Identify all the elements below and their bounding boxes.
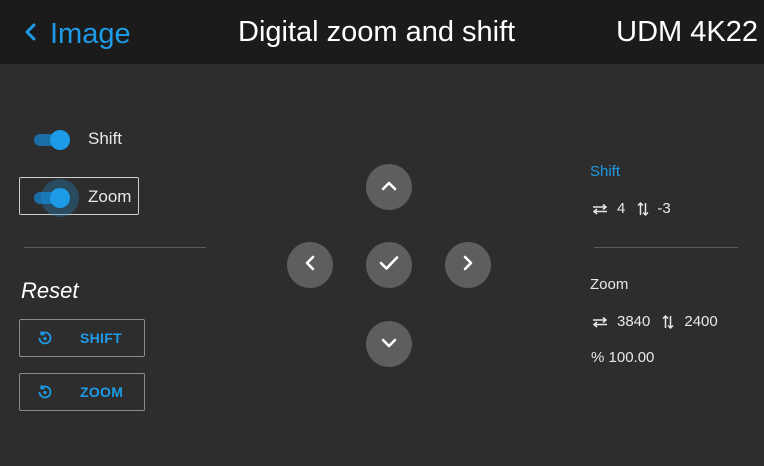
up-button[interactable] bbox=[366, 164, 412, 210]
device-name: UDM 4K22 bbox=[616, 16, 758, 48]
left-button[interactable] bbox=[287, 242, 333, 288]
shift-info-label: Shift bbox=[590, 163, 621, 180]
reset-shift-button[interactable]: SHIFT bbox=[19, 319, 145, 357]
top-bar: Image Digital zoom and shift UDM 4K22 bbox=[0, 0, 764, 64]
back-label: Image bbox=[50, 17, 131, 50]
chevron-right-icon bbox=[463, 255, 473, 276]
zoom-values: 3840 2400 bbox=[591, 313, 718, 330]
zoom-percent: % 100.00 bbox=[591, 349, 655, 366]
chevron-left-icon bbox=[24, 23, 36, 45]
checkmark-icon bbox=[379, 255, 399, 276]
left-divider bbox=[24, 247, 206, 248]
shift-values: 4 -3 bbox=[591, 200, 671, 217]
down-button[interactable] bbox=[366, 321, 412, 367]
shift-v-value: -3 bbox=[657, 200, 671, 217]
vertical-arrows-icon bbox=[662, 314, 674, 330]
reset-zoom-button[interactable]: ZOOM bbox=[19, 373, 145, 411]
shift-toggle-row[interactable]: Shift bbox=[34, 129, 123, 150]
page-title: Digital zoom and shift bbox=[238, 16, 516, 48]
reset-icon bbox=[36, 329, 54, 347]
chevron-left-icon bbox=[305, 255, 315, 276]
chevron-up-icon bbox=[381, 178, 397, 196]
zoom-toggle-label: Zoom bbox=[88, 187, 132, 206]
shift-h-value: 4 bbox=[617, 200, 626, 217]
zoom-info-label: Zoom bbox=[590, 276, 629, 293]
reset-zoom-label: ZOOM bbox=[80, 384, 124, 400]
right-button[interactable] bbox=[445, 242, 491, 288]
reset-shift-label: SHIFT bbox=[80, 330, 122, 346]
right-divider bbox=[594, 247, 738, 248]
horizontal-arrows-icon bbox=[591, 203, 609, 215]
back-button[interactable]: Image bbox=[24, 14, 131, 54]
ok-button[interactable] bbox=[366, 242, 412, 288]
zoom-v-value: 2400 bbox=[684, 313, 718, 330]
chevron-down-icon bbox=[381, 335, 397, 353]
shift-toggle-label: Shift bbox=[88, 129, 123, 148]
zoom-toggle[interactable] bbox=[34, 179, 79, 217]
shift-toggle[interactable] bbox=[34, 130, 70, 150]
horizontal-arrows-icon bbox=[591, 316, 609, 328]
vertical-arrows-icon bbox=[637, 201, 649, 217]
zoom-h-value: 3840 bbox=[617, 313, 651, 330]
reset-heading: Reset bbox=[21, 278, 79, 303]
zoom-toggle-row[interactable]: Zoom bbox=[34, 179, 132, 217]
reset-icon bbox=[36, 383, 54, 401]
